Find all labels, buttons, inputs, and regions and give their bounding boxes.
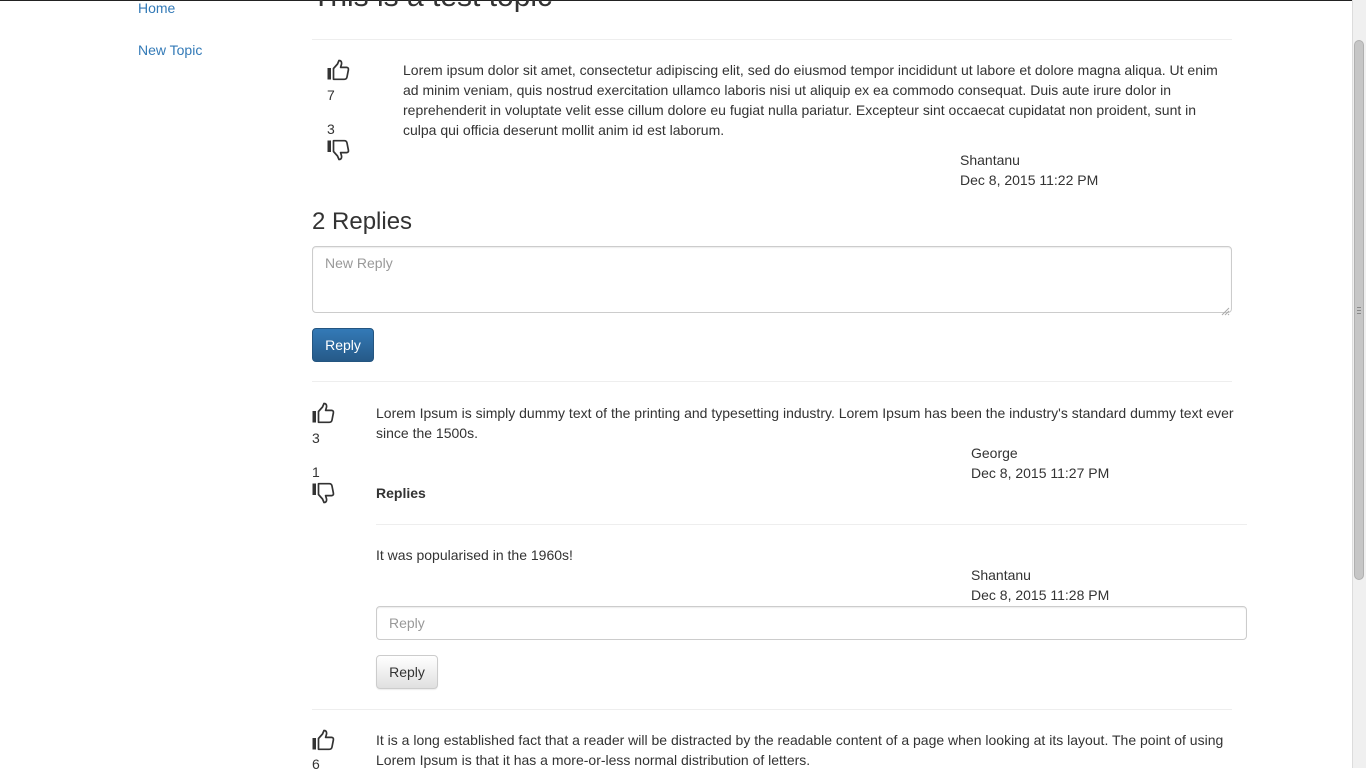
nested-reply-button[interactable]: Reply	[376, 655, 438, 689]
reply-upvote-count: 6	[312, 756, 320, 772]
thumbs-down-icon[interactable]	[311, 482, 335, 504]
divider	[312, 39, 1232, 40]
topic-body: Lorem ipsum dolor sit amet, consectetur …	[403, 62, 1218, 138]
thumbs-up-icon[interactable]	[326, 59, 350, 81]
reply-downvote-count: 1	[312, 464, 320, 480]
sidebar-link-new-topic[interactable]: New Topic	[138, 40, 202, 60]
sidebar-link-home[interactable]: Home	[138, 0, 175, 18]
reply-body: It is a long established fact that a rea…	[376, 732, 1224, 768]
new-reply-textarea[interactable]	[312, 246, 1232, 313]
nested-reply-date: Dec 8, 2015 11:28 PM	[971, 587, 1110, 603]
topic-title: This is a test topic	[312, 0, 552, 15]
divider	[312, 381, 1232, 382]
topic-upvote-count: 7	[327, 87, 335, 103]
topic-author: Shantanu	[960, 152, 1020, 168]
reply-upvote-count: 3	[312, 430, 320, 446]
replies-count-heading: 2 Replies	[312, 208, 413, 235]
topic-downvote-count: 3	[327, 121, 335, 137]
topic-date: Dec 8, 2015 11:22 PM	[960, 172, 1099, 188]
reply-body: Lorem Ipsum is simply dummy text of the …	[376, 405, 1234, 441]
divider	[376, 524, 1247, 525]
nested-replies-heading: Replies	[376, 485, 426, 501]
reply-submit-button[interactable]: Reply	[312, 328, 374, 362]
thumbs-down-icon[interactable]	[326, 139, 350, 161]
divider	[312, 709, 1232, 710]
reply-author: George	[971, 445, 1018, 461]
scrollbar-grip-icon	[1357, 307, 1361, 314]
nested-reply-input[interactable]	[376, 606, 1247, 640]
resize-handle-icon[interactable]	[1220, 301, 1230, 316]
nested-reply-body: It was popularised in the 1960s!	[376, 547, 573, 563]
reply-date: Dec 8, 2015 11:27 PM	[971, 465, 1110, 481]
thumbs-up-icon[interactable]	[311, 402, 335, 424]
window-top-edge	[0, 0, 1354, 1]
thumbs-up-icon[interactable]	[311, 729, 335, 751]
nested-reply-author: Shantanu	[971, 567, 1031, 583]
